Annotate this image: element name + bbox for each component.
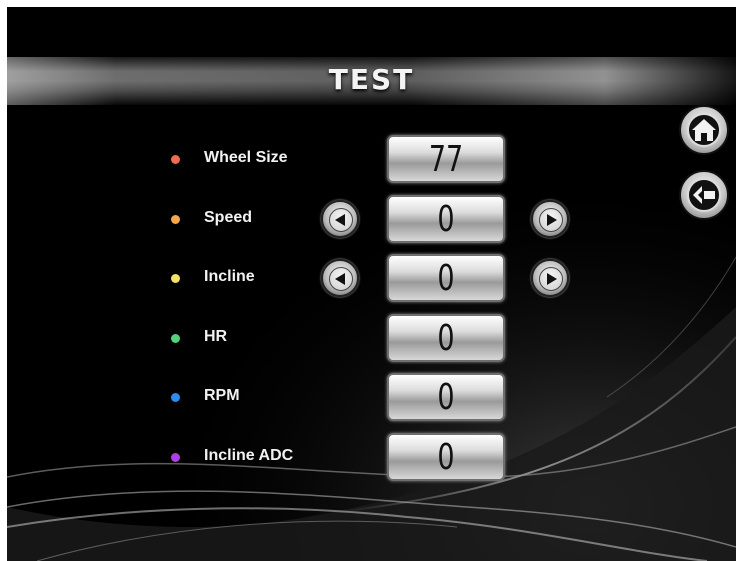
incline-value: 0	[437, 258, 455, 299]
right-arrow-icon	[547, 214, 557, 226]
speed-increase-button[interactable]	[531, 200, 569, 238]
wheel-size-label: Wheel Size	[204, 149, 288, 166]
row-wheel-size: Wheel Size 77	[7, 135, 736, 185]
incline-value-field[interactable]: 0	[387, 254, 505, 302]
wheel-size-value: 77	[428, 139, 464, 180]
test-screen: TEST Wheel Size 77 Speed 0 Incline 0 HR …	[7, 7, 736, 561]
row-incline: Incline 0	[7, 254, 736, 304]
rpm-value: 0	[437, 377, 455, 418]
indicator-dot	[171, 215, 180, 224]
rpm-value-field: 0	[387, 373, 505, 421]
indicator-dot	[171, 334, 180, 343]
indicator-dot	[171, 274, 180, 283]
hr-value-field: 0	[387, 314, 505, 362]
row-incline-adc: Incline ADC 0	[7, 433, 736, 483]
incline-increase-button[interactable]	[531, 259, 569, 297]
incline-decrease-button[interactable]	[321, 259, 359, 297]
incline-adc-value: 0	[437, 437, 455, 478]
incline-adc-value-field: 0	[387, 433, 505, 481]
right-arrow-icon	[547, 273, 557, 285]
indicator-dot	[171, 453, 180, 462]
row-rpm: RPM 0	[7, 373, 736, 423]
incline-adc-label: Incline ADC	[204, 447, 294, 464]
wheel-size-value-field[interactable]: 77	[387, 135, 505, 183]
speed-decrease-button[interactable]	[321, 200, 359, 238]
page-title: TEST	[328, 63, 415, 96]
indicator-dot	[171, 393, 180, 402]
hr-value: 0	[437, 318, 455, 359]
row-hr: HR 0	[7, 314, 736, 364]
indicator-dot	[171, 155, 180, 164]
speed-value: 0	[437, 199, 455, 240]
left-arrow-icon	[335, 214, 345, 226]
speed-label: Speed	[204, 209, 253, 226]
hr-label: HR	[204, 328, 228, 345]
speed-value-field[interactable]: 0	[387, 195, 505, 243]
row-speed: Speed 0	[7, 195, 736, 245]
left-arrow-icon	[335, 273, 345, 285]
incline-label: Incline	[204, 268, 255, 285]
rpm-label: RPM	[204, 387, 240, 404]
